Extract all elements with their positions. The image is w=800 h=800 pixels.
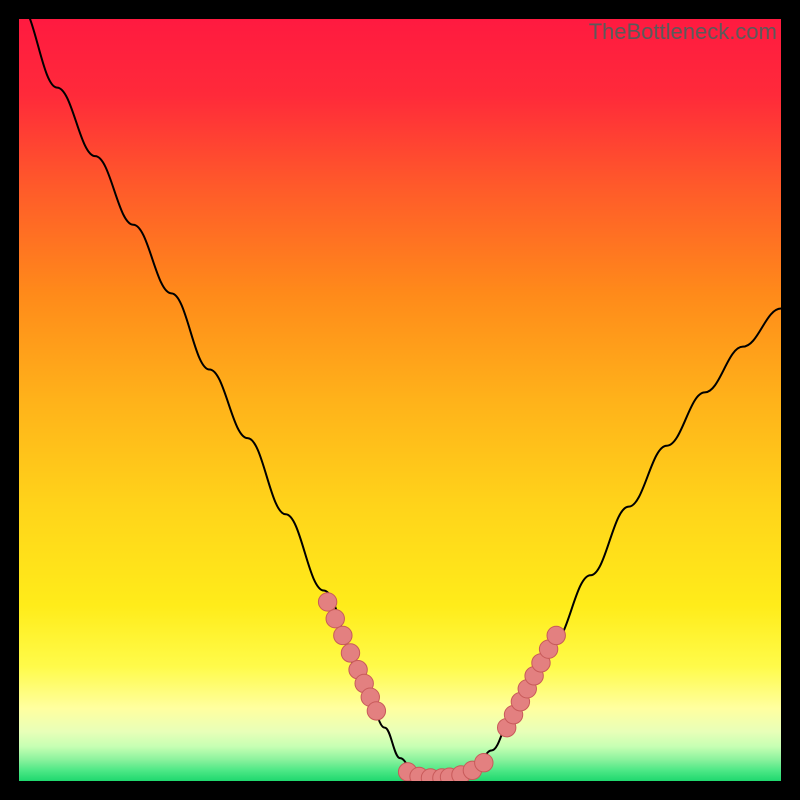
marker-bottom (475, 754, 493, 772)
gradient-background (19, 19, 781, 781)
chart-frame: TheBottleneck.com (0, 0, 800, 800)
marker-left (326, 609, 344, 627)
marker-right (547, 626, 565, 644)
marker-left (367, 702, 385, 720)
marker-left (318, 593, 336, 611)
plot-area: TheBottleneck.com (19, 19, 781, 781)
marker-left (341, 644, 359, 662)
marker-left (334, 626, 352, 644)
chart-svg (19, 19, 781, 781)
watermark-text: TheBottleneck.com (589, 19, 777, 45)
